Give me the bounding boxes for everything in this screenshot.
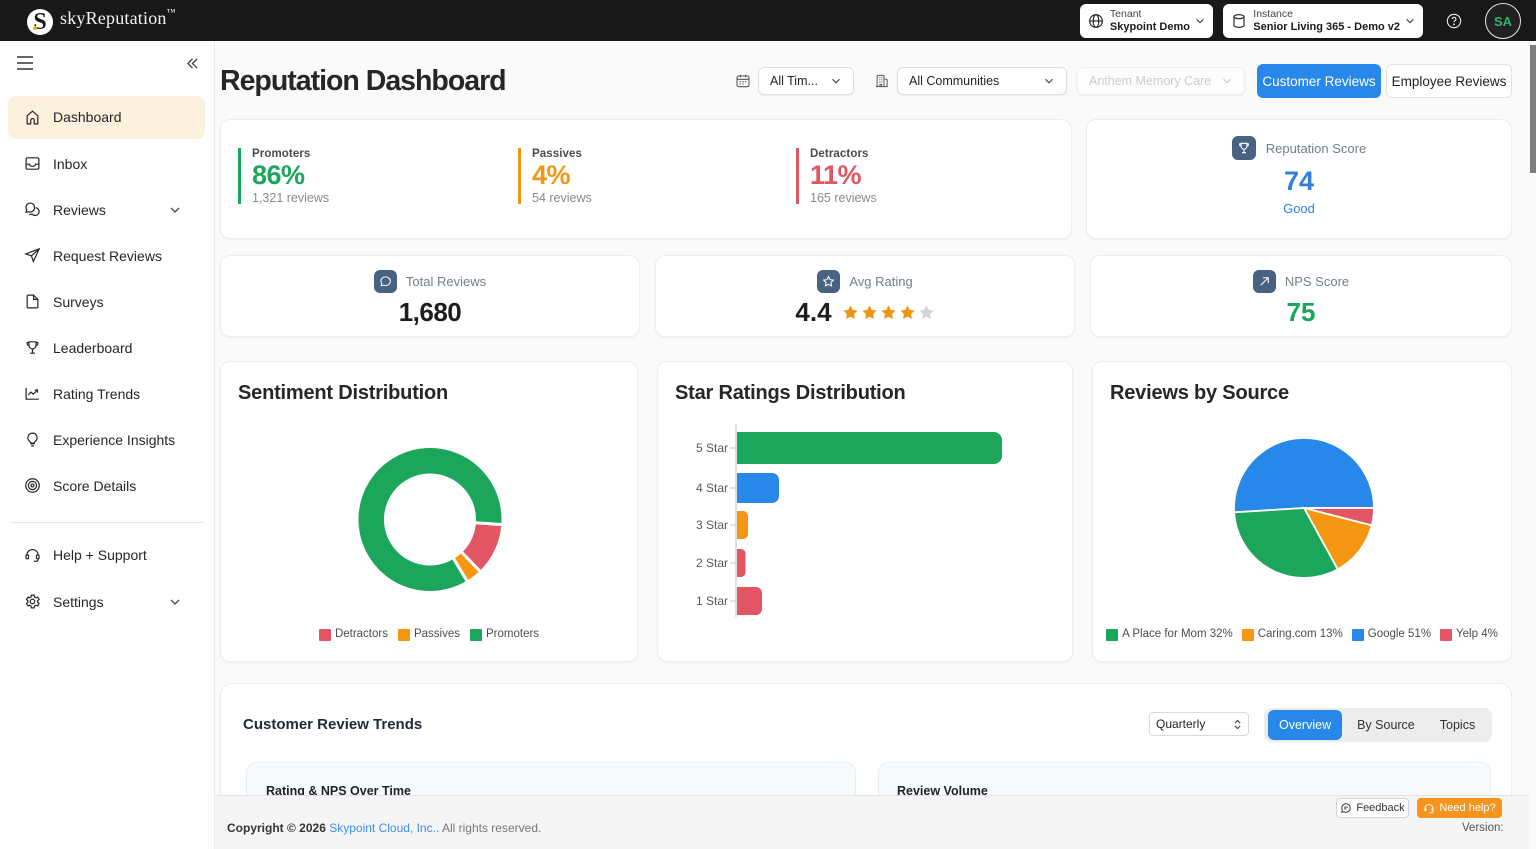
svg-text:1 Star: 1 Star — [696, 594, 728, 608]
svg-text:4 Star: 4 Star — [696, 481, 728, 495]
svg-text:2 Star: 2 Star — [696, 556, 728, 570]
svg-text:3 Star: 3 Star — [696, 518, 728, 532]
svg-text:5 Star: 5 Star — [696, 441, 728, 455]
